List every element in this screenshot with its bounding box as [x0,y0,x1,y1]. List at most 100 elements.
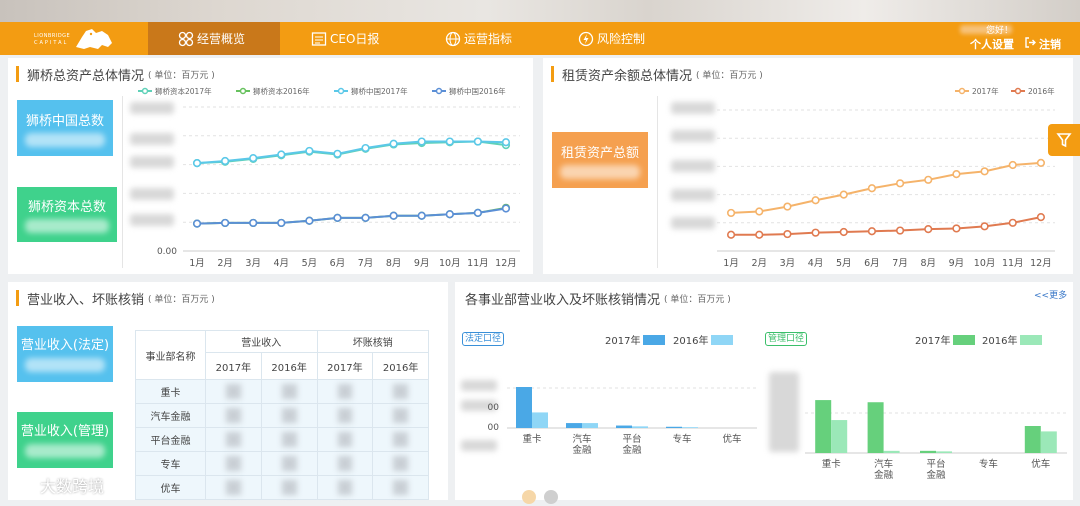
x-tick-label: 6月 [864,258,880,269]
table-header-year: 2017年 [205,352,262,380]
x-tick-label: 汽车 [572,433,591,445]
series-line [731,216,1042,236]
bar [920,450,936,453]
dept-revenue-bar-charts: 重卡 汽车金融平台金融专车 优车0000重卡 汽车金融平台金融专车 优车 [488,387,1067,481]
data-point [726,230,736,239]
table-row: 专车 [135,451,429,476]
kpi-revenue-management[interactable]: 营业收入(管理) [17,412,113,468]
data-point [361,213,370,222]
bar [582,423,598,428]
x-tick-label: 3月 [245,258,261,269]
legend-marker [141,87,149,95]
x-tick-label: 1月 [189,258,205,269]
x-tick-label: 重卡 [522,433,542,445]
data-point [952,170,961,179]
carousel-dot[interactable] [544,490,558,504]
row-dept-name: 专车 [135,451,206,476]
y-tick-label: 00 [488,423,500,433]
legend-label: 狮桥中国2017年 [351,86,408,96]
x-tick-label: 12月 [1030,258,1052,269]
x-tick-label: 金融 [874,469,894,481]
legend-marker [435,87,443,95]
table-header-year: 2017年 [316,352,374,380]
data-point [783,202,792,211]
logo[interactable]: LIONBRIDGE CAPITAL [34,25,114,52]
data-point [1036,158,1046,167]
data-point [726,208,736,218]
table-row: 优车 [135,475,429,500]
x-tick-label: 12月 [495,258,517,269]
data-point [361,143,370,153]
data-point [867,184,877,193]
x-tick-label: 9月 [949,258,965,269]
logo-text-1: LIONBRIDGE [34,33,71,39]
table-cell [316,427,374,452]
leasing-balance-panel: 租赁资产余额总体情况 ( 单位：百万元 ) 租赁资产总额 1月 2月 3月 4月 5月 6… [543,58,1073,274]
legend-label: 2017年 [972,86,999,96]
personal-settings-link[interactable]: 个人设置 [970,36,1014,52]
bar [1024,426,1041,453]
table-cell [205,427,262,452]
table-header-writeoff: 坏账核销 [316,330,429,353]
table-cell [316,379,374,404]
bar [566,423,582,428]
x-tick-label: 5月 [836,258,852,269]
data-point [277,150,286,159]
data-point [221,218,230,228]
legend-label: 狮桥资本2017年 [155,86,212,96]
bar [883,450,900,453]
logout-link[interactable]: 注销 [1039,36,1061,52]
table-header-year: 2016年 [372,352,429,380]
nav-item-label: 经营概览 [197,32,246,46]
leasing-balance-line-chart: 1月 2月 3月 4月 5月 6月 7月 8月 9月 10月 11月 12月 2017年 2016年 [717,86,1055,269]
table-cell [260,427,318,452]
table-cell [372,427,429,452]
row-dept-name: 优车 [135,475,206,500]
data-point [755,230,764,239]
legend-marker [958,87,966,95]
x-tick-label: 专车 [672,433,691,445]
data-point [980,222,989,231]
nav-item-ceo-report[interactable]: CEO日报 [311,22,379,55]
x-tick-label: 平台 [926,458,945,470]
nav-item-risk-control[interactable]: 风险控制 [578,22,645,55]
table-cell [205,403,262,428]
data-point [333,149,342,158]
more-link[interactable]: <<更多 [1034,288,1067,301]
table-cell [205,379,262,404]
logout-icon[interactable] [1025,37,1036,48]
filter-button[interactable] [1048,124,1080,156]
bar [616,425,632,428]
data-point [333,213,342,222]
bar [532,412,548,428]
x-tick-label: 6月 [330,258,346,269]
data-point [501,138,511,147]
x-tick-label: 金融 [572,444,592,456]
table-cell [260,403,318,428]
nav-item-overview[interactable]: 经营概览 [148,22,280,55]
unit-label: ( 单位：百万元 ) [148,294,215,305]
x-tick-label: 1月 [723,258,739,269]
x-tick-label: 4月 [274,258,290,269]
panel-title-text: 营业收入、坏账核销 [27,292,145,308]
x-tick-label: 5月 [302,258,318,269]
filter-icon [1056,133,1072,148]
bar [815,400,832,453]
kpi-value-blurred [25,358,105,372]
kpi-revenue-statutory[interactable]: 营业收入(法定) [17,326,113,382]
table-cell [372,379,429,404]
table-cell [205,451,262,476]
nav-item-ops-metrics[interactable]: 运营指标 [445,22,512,55]
legend-label: 狮桥资本2016年 [253,86,310,96]
data-point [473,208,482,217]
data-point [305,146,314,156]
x-tick-label: 10月 [974,258,996,269]
table-row: 平台金融 [135,427,429,452]
data-point [924,225,933,234]
x-tick-label: 10月 [439,258,461,269]
carousel-dot-active[interactable] [522,490,536,504]
data-point [952,224,961,233]
legend-label: 狮桥中国2016年 [449,86,506,96]
table-cell [316,475,374,500]
logo-text-2: CAPITAL [34,40,69,46]
